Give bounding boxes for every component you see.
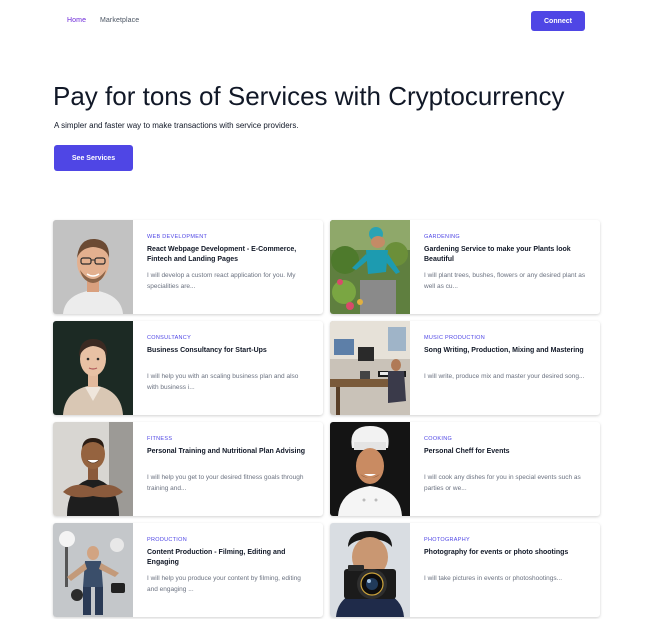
service-title: Song Writing, Production, Mixing and Mas…	[424, 347, 584, 354]
service-category: CONSULTANCY	[147, 335, 192, 341]
service-category: PHOTOGRAPHY	[424, 537, 470, 543]
service-description: I will help you with an scaling business…	[147, 373, 299, 391]
service-title: Personal Training and Nutritional Plan A…	[147, 448, 306, 455]
service-card[interactable]: WEB DEVELOPMENT React Webpage Developmen…	[53, 220, 323, 314]
service-description: I will help you get to your desired fitn…	[147, 474, 304, 492]
chef-photo	[330, 422, 410, 516]
service-description: I will take pictures in events or photos…	[424, 575, 563, 582]
services-grid: WEB DEVELOPMENT React Webpage Developmen…	[53, 220, 600, 617]
businesswoman-photo	[53, 321, 133, 415]
music-studio-photo	[330, 321, 410, 415]
service-description: I will plant trees, bushes, flowers or a…	[424, 272, 586, 290]
service-title: Content Production - Filming, Editing an…	[147, 549, 286, 566]
service-card[interactable]: MUSIC PRODUCTION Song Writing, Productio…	[330, 321, 600, 415]
gardener-with-plants-photo	[330, 220, 410, 314]
connect-button[interactable]: Connect	[531, 11, 585, 31]
nav-home-link[interactable]: Home	[67, 17, 86, 24]
service-description: I will develop a custom react applicatio…	[147, 272, 296, 290]
service-card[interactable]: CONSULTANCY Business Consultancy for Sta…	[53, 321, 323, 415]
service-description: I will write, produce mix and master you…	[424, 373, 585, 380]
service-card[interactable]: PHOTOGRAPHY Photography for events or ph…	[330, 523, 600, 617]
service-category: FITNESS	[147, 436, 173, 442]
see-services-button[interactable]: See Services	[54, 145, 133, 171]
photographer-camera-photo	[330, 523, 410, 617]
service-card[interactable]: FITNESS Personal Training and Nutritiona…	[53, 422, 323, 516]
service-card[interactable]: GARDENING Gardening Service to make your…	[330, 220, 600, 314]
service-title: React Webpage Development - E-Commerce, …	[147, 246, 297, 263]
service-description: I will cook any dishes for you in specia…	[424, 474, 581, 492]
service-category: WEB DEVELOPMENT	[147, 234, 208, 240]
service-category: MUSIC PRODUCTION	[424, 335, 486, 341]
production-montage-photo	[53, 523, 133, 617]
service-title: Personal Cheff for Events	[424, 448, 510, 455]
service-title: Photography for events or photo shooting…	[424, 549, 569, 556]
top-nav: Home Marketplace Connect	[0, 0, 650, 44]
service-category: PRODUCTION	[147, 537, 187, 543]
service-title: Gardening Service to make your Plants lo…	[424, 246, 571, 263]
service-card[interactable]: COOKING Personal Cheff for Events I will…	[330, 422, 600, 516]
fitness-trainer-photo	[53, 422, 133, 516]
service-title: Business Consultancy for Start-Ups	[147, 347, 267, 354]
service-description: I will help you produce your content by …	[147, 575, 301, 593]
man-with-glasses-photo	[53, 220, 133, 314]
service-category: COOKING	[424, 436, 453, 442]
hero-subtitle: A simpler and faster way to make transac…	[54, 121, 299, 130]
service-category: GARDENING	[424, 234, 461, 240]
service-card[interactable]: PRODUCTION Content Production - Filming,…	[53, 523, 323, 617]
nav-marketplace-link[interactable]: Marketplace	[100, 17, 139, 24]
page-title: Pay for tons of Services with Cryptocurr…	[53, 81, 565, 111]
